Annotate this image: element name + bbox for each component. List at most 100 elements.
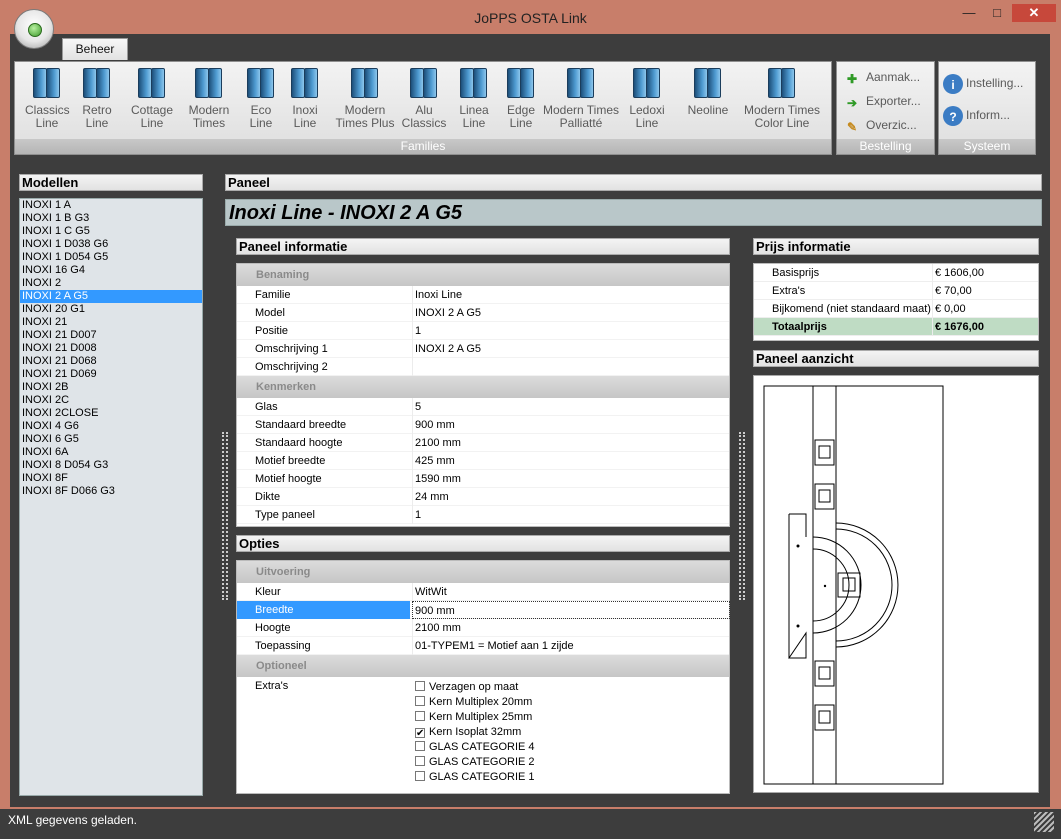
checkbox[interactable] bbox=[415, 681, 425, 691]
family-button-9[interactable]: Linea Line bbox=[455, 68, 493, 138]
property-row[interactable]: Familie Inoxi Line bbox=[237, 286, 729, 304]
list-item[interactable]: INOXI 1 B G3 bbox=[20, 212, 202, 225]
property-row[interactable]: Model INOXI 2 A G5 bbox=[237, 304, 729, 322]
extra-checkbox-item[interactable]: Verzagen op maat bbox=[415, 680, 535, 695]
family-button-12[interactable]: Ledoxi Line bbox=[627, 68, 667, 138]
list-item[interactable]: INOXI 8 D054 G3 bbox=[20, 459, 202, 472]
checkbox[interactable] bbox=[415, 711, 425, 721]
property-value[interactable]: 1 bbox=[412, 322, 730, 340]
aanmaken-button[interactable]: ✚ Aanmak... bbox=[841, 66, 920, 88]
list-item[interactable]: INOXI 6A bbox=[20, 446, 202, 459]
property-value[interactable]: 2100 mm bbox=[412, 619, 730, 637]
informatie-button[interactable]: ? Inform... bbox=[943, 104, 1010, 126]
list-item[interactable]: INOXI 16 G4 bbox=[20, 264, 202, 277]
list-item[interactable]: INOXI 4 G6 bbox=[20, 420, 202, 433]
close-button[interactable]: ✕ bbox=[1012, 4, 1056, 22]
price-row: Extra's € 70,00 bbox=[754, 282, 1038, 300]
property-value[interactable]: Inoxi Line bbox=[412, 286, 730, 304]
list-item[interactable]: INOXI 1 D038 G6 bbox=[20, 238, 202, 251]
property-value[interactable]: INOXI 2 A G5 bbox=[412, 340, 730, 358]
list-item[interactable]: INOXI 21 D069 bbox=[20, 368, 202, 381]
property-value[interactable] bbox=[412, 358, 730, 376]
list-item[interactable]: INOXI 20 G1 bbox=[20, 303, 202, 316]
property-row[interactable]: Omschrijving 2 bbox=[237, 358, 729, 376]
list-item[interactable]: INOXI 6 G5 bbox=[20, 433, 202, 446]
minimize-button[interactable]: — bbox=[956, 4, 982, 22]
family-button-6[interactable]: Inoxi Line bbox=[287, 68, 323, 138]
list-item[interactable]: INOXI 21 D068 bbox=[20, 355, 202, 368]
property-value[interactable]: WitWit bbox=[412, 583, 730, 601]
tab-beheer[interactable]: Beheer bbox=[62, 38, 128, 60]
exporteren-button[interactable]: ➔ Exporter... bbox=[841, 90, 921, 112]
property-row[interactable]: Breedte 900 mm bbox=[237, 601, 730, 619]
maximize-button[interactable]: □ bbox=[984, 4, 1010, 22]
list-item[interactable]: INOXI 21 bbox=[20, 316, 202, 329]
property-value[interactable]: 900 mm bbox=[412, 416, 730, 434]
extra-checkbox-item[interactable]: ✔ Kern Isoplat 32mm bbox=[415, 725, 535, 740]
extra-checkbox-item[interactable]: GLAS CATEGORIE 1 bbox=[415, 770, 535, 785]
property-value[interactable]: 1590 mm bbox=[412, 470, 730, 488]
property-row[interactable]: Standaard breedte 900 mm bbox=[237, 416, 729, 434]
list-item[interactable]: INOXI 2 A G5 bbox=[20, 290, 202, 303]
property-row[interactable]: Hoogte 2100 mm bbox=[237, 619, 729, 637]
property-row[interactable]: Omschrijving 1 INOXI 2 A G5 bbox=[237, 340, 729, 358]
family-button-3[interactable]: Cottage Line bbox=[127, 68, 177, 138]
family-button-5[interactable]: Eco Line bbox=[244, 68, 278, 138]
checkbox[interactable] bbox=[415, 696, 425, 706]
list-item[interactable]: INOXI 1 A bbox=[20, 199, 202, 212]
list-item[interactable]: INOXI 1 C G5 bbox=[20, 225, 202, 238]
family-button-7[interactable]: Modern Times Plus bbox=[331, 68, 399, 138]
property-row[interactable]: Toepassing 01-TYPEM1 = Motief aan 1 zijde bbox=[237, 637, 729, 655]
list-item[interactable]: INOXI 2 bbox=[20, 277, 202, 290]
property-row[interactable]: Dikte 24 mm bbox=[237, 488, 729, 506]
paneel-aanzicht-header: Paneel aanzicht bbox=[753, 350, 1039, 367]
checkbox[interactable] bbox=[415, 741, 425, 751]
property-row[interactable]: Motief breedte 425 mm bbox=[237, 452, 729, 470]
checkbox[interactable] bbox=[415, 756, 425, 766]
application-menu-button[interactable] bbox=[14, 9, 54, 49]
property-value[interactable]: 5 bbox=[412, 398, 730, 416]
list-item[interactable]: INOXI 2C bbox=[20, 394, 202, 407]
family-button-1[interactable]: Classics Line bbox=[25, 68, 70, 138]
ribbon-group-bestelling: ✚ Aanmak... ➔ Exporter... ✎ Overzic... Best… bbox=[836, 61, 935, 155]
family-button-8[interactable]: Alu Classics bbox=[401, 68, 447, 138]
property-row[interactable]: Positie 1 bbox=[237, 322, 729, 340]
property-value[interactable]: 425 mm bbox=[412, 452, 730, 470]
property-value[interactable]: INOXI 2 A G5 bbox=[412, 304, 730, 322]
property-value[interactable]: 900 mm bbox=[412, 601, 730, 619]
property-value[interactable]: 2100 mm bbox=[412, 434, 730, 452]
family-button-11[interactable]: Modern Times Palliatté bbox=[541, 68, 621, 138]
property-row[interactable]: Motief hoogte 1590 mm bbox=[237, 470, 729, 488]
property-value[interactable]: 24 mm bbox=[412, 488, 730, 506]
property-value[interactable]: 01-TYPEM1 = Motief aan 1 zijde bbox=[412, 637, 730, 655]
list-item[interactable]: INOXI 21 D007 bbox=[20, 329, 202, 342]
family-button-14[interactable]: Modern Times Color Line bbox=[742, 68, 822, 138]
property-row[interactable]: Kleur WitWit bbox=[237, 583, 729, 601]
checkbox[interactable] bbox=[415, 771, 425, 781]
checkbox[interactable]: ✔ bbox=[415, 728, 425, 739]
list-item[interactable]: INOXI 1 D054 G5 bbox=[20, 251, 202, 264]
property-row[interactable]: Glas 5 bbox=[237, 398, 729, 416]
family-button-4[interactable]: Modern Times bbox=[185, 68, 233, 138]
extra-checkbox-item[interactable]: GLAS CATEGORIE 4 bbox=[415, 740, 535, 755]
extra-checkbox-item[interactable]: Kern Multiplex 25mm bbox=[415, 710, 535, 725]
property-row[interactable]: Type paneel 1 bbox=[237, 506, 729, 524]
instellingen-button[interactable]: i Instelling... bbox=[943, 72, 1023, 94]
property-row[interactable]: Standaard hoogte 2100 mm bbox=[237, 434, 729, 452]
property-value[interactable]: 1 bbox=[412, 506, 730, 524]
list-item[interactable]: INOXI 21 D008 bbox=[20, 342, 202, 355]
left-splitter[interactable] bbox=[222, 432, 228, 600]
right-splitter[interactable] bbox=[739, 432, 745, 600]
extra-checkbox-item[interactable]: Kern Multiplex 20mm bbox=[415, 695, 535, 710]
overzicht-button[interactable]: ✎ Overzic... bbox=[841, 114, 917, 136]
family-button-2[interactable]: Retro Line bbox=[77, 68, 117, 138]
family-button-13[interactable]: Neoline bbox=[683, 68, 733, 138]
list-item[interactable]: INOXI 2B bbox=[20, 381, 202, 394]
list-item[interactable]: INOXI 8F D066 G3 bbox=[20, 485, 202, 498]
extra-checkbox-item[interactable]: GLAS CATEGORIE 2 bbox=[415, 755, 535, 770]
list-item[interactable]: INOXI 2CLOSE bbox=[20, 407, 202, 420]
modellen-list[interactable]: INOXI 1 A INOXI 1 B G3 INOXI 1 C G5 INOXI 1… bbox=[19, 198, 203, 796]
family-button-10[interactable]: Edge Line bbox=[500, 68, 542, 138]
list-item[interactable]: INOXI 8F bbox=[20, 472, 202, 485]
resize-grip[interactable] bbox=[1034, 812, 1054, 832]
